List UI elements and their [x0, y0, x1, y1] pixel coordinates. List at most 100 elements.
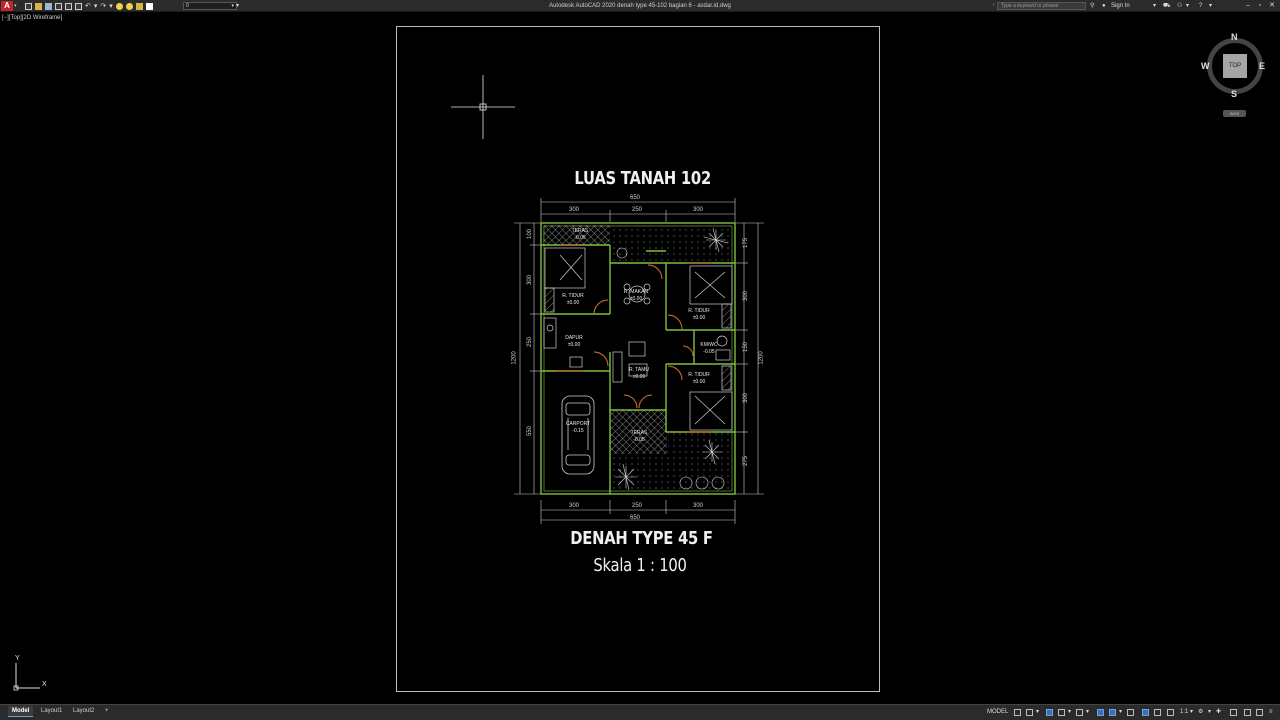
- room-level: -0.05: [633, 437, 645, 443]
- dimension-top-2: 250: [632, 207, 643, 213]
- help-icon[interactable]: ?: [1199, 0, 1202, 12]
- room-label-living: R. TAMU ±0.00: [624, 367, 654, 381]
- tab-layout1[interactable]: Layout1: [37, 706, 66, 717]
- object-snap-tracking-icon[interactable]: [1097, 709, 1104, 716]
- room-label-teras-front: TERAS -0.05: [566, 228, 594, 242]
- save-icon[interactable]: [45, 2, 52, 10]
- viewcube[interactable]: TOP N S E W: [1201, 32, 1269, 102]
- dimension-right-total: 1200: [758, 351, 765, 365]
- snap-icon[interactable]: [1026, 709, 1033, 716]
- layer-on-icon[interactable]: [115, 2, 123, 10]
- room-level: -0.05: [574, 235, 586, 241]
- object-snap-icon[interactable]: [1109, 709, 1116, 716]
- model-space-button[interactable]: MODEL: [987, 707, 1008, 718]
- clean-screen-icon[interactable]: [1256, 709, 1263, 716]
- annotation-visibility-icon[interactable]: [1142, 709, 1149, 716]
- app-menu-arrow-icon[interactable]: ▾: [14, 0, 17, 12]
- tab-layout2[interactable]: Layout2: [69, 706, 98, 717]
- isolate-objects-icon[interactable]: [1244, 709, 1251, 716]
- compass-east[interactable]: E: [1259, 61, 1265, 71]
- quick-access-toolbar: ↶ ▾ ↷ ▾: [25, 2, 153, 10]
- dimension-bottom-2: 250: [632, 503, 643, 509]
- room-level: ±0.00: [632, 374, 646, 380]
- dimension-right-2: 300: [743, 290, 750, 302]
- dimension-left-1: 100: [527, 228, 534, 240]
- plot-icon[interactable]: [75, 2, 82, 10]
- dimension-right-5: 275: [743, 455, 750, 467]
- polar-dropdown-icon[interactable]: ▾: [1068, 707, 1071, 718]
- a360-icon[interactable]: ⚇: [1177, 0, 1182, 12]
- compass-south[interactable]: S: [1231, 89, 1237, 99]
- add-layout-button[interactable]: +: [101, 706, 113, 717]
- polar-icon[interactable]: [1058, 709, 1065, 716]
- dimension-top-3: 300: [693, 207, 704, 213]
- new-file-icon[interactable]: [25, 2, 32, 10]
- redo-dropdown-icon[interactable]: ▾: [109, 3, 113, 10]
- workspace-dropdown-icon[interactable]: ▾: [1208, 707, 1211, 718]
- customization-icon[interactable]: ≡: [1269, 707, 1273, 718]
- title-bar: A ▾ ↶ ▾ ↷ ▾ 0 ▾ ▾ Autodesk AutoCAD 2020 …: [0, 0, 1280, 12]
- viewcube-top-face[interactable]: TOP: [1223, 54, 1247, 78]
- open-folder-icon[interactable]: [35, 2, 42, 10]
- share-dropdown-icon[interactable]: ▾: [1186, 0, 1189, 12]
- room-name: R. TIDUR: [688, 372, 710, 378]
- isodraft-dropdown-icon[interactable]: ▾: [1086, 707, 1089, 718]
- room-label-dining: R. MAKAN ±0.00: [620, 289, 652, 303]
- annotation-scale-dropdown-icon[interactable]: ▾: [1190, 707, 1193, 718]
- dimension-right-1: 175: [743, 237, 750, 249]
- dimension-right-4: 300: [743, 392, 750, 404]
- snap-dropdown-icon[interactable]: ▾: [1036, 707, 1039, 718]
- undo-dropdown-icon[interactable]: ▾: [94, 3, 98, 10]
- undo-icon[interactable]: ↶: [85, 3, 91, 10]
- annotation-scale-value[interactable]: 1:1: [1180, 707, 1188, 718]
- redo-icon[interactable]: ↷: [100, 3, 106, 10]
- auto-scale-icon[interactable]: [1154, 709, 1161, 716]
- annotation-scale-icon[interactable]: [1167, 709, 1174, 716]
- room-label-kitchen: DAPUR ±0.00: [559, 335, 589, 349]
- binoculars-icon[interactable]: ⚲: [1090, 0, 1094, 12]
- dimension-left-total: 1200: [511, 351, 518, 365]
- dimension-right-3: 150: [743, 341, 750, 353]
- compass-north[interactable]: N: [1231, 32, 1238, 42]
- room-name: DAPUR: [565, 335, 583, 341]
- chevron-down-icon: ▾: [231, 3, 234, 9]
- layer-dropdown[interactable]: 0 ▾: [183, 2, 237, 10]
- room-label-carport: CARPORT -0.15: [562, 421, 594, 435]
- app-menu-button[interactable]: A: [1, 1, 13, 11]
- units-icon[interactable]: [1230, 709, 1237, 716]
- sign-in-dropdown-icon[interactable]: ▾: [1153, 0, 1156, 12]
- layer-freeze-icon[interactable]: [125, 2, 133, 10]
- customize-qat-icon[interactable]: ▾: [236, 0, 239, 12]
- grid-icon[interactable]: [1014, 709, 1021, 716]
- maximize-button[interactable]: ▫: [1254, 0, 1266, 12]
- close-button[interactable]: ✕: [1266, 0, 1278, 12]
- room-name: R. MAKAN: [623, 289, 649, 295]
- object-snap-dropdown-icon[interactable]: ▾: [1119, 707, 1122, 718]
- status-bar: Model Layout1 Layout2 + MODEL ▾ ▾ ▾ ▾ 1:…: [0, 704, 1280, 720]
- land-area-title: LUAS TANAH 102: [574, 168, 711, 189]
- sign-in-link[interactable]: Sign In: [1111, 0, 1130, 12]
- layer-lock-icon[interactable]: [135, 2, 143, 10]
- dimension-left-2: 300: [527, 274, 534, 286]
- minimize-button[interactable]: –: [1242, 0, 1254, 12]
- annotation-monitor-icon[interactable]: ✚: [1216, 707, 1221, 718]
- user-icon[interactable]: ●: [1102, 0, 1106, 12]
- room-name: TERAS: [630, 430, 648, 436]
- lineweight-icon[interactable]: [1127, 709, 1134, 716]
- compass-west[interactable]: W: [1201, 61, 1210, 71]
- dimension-bottom-1: 300: [569, 503, 580, 509]
- web-mobile-icon[interactable]: [65, 2, 72, 10]
- tab-model[interactable]: Model: [8, 706, 34, 717]
- help-dropdown-icon[interactable]: ▾: [1209, 0, 1212, 12]
- app-logo-letter: A: [4, 1, 10, 10]
- cart-icon[interactable]: ⛟: [1163, 0, 1171, 12]
- save-as-icon[interactable]: [55, 2, 62, 10]
- wcs-menu-button[interactable]: WCS: [1223, 110, 1246, 117]
- room-label-bathroom: KM/WC -0.05: [695, 342, 723, 356]
- layer-color-icon[interactable]: [145, 2, 153, 10]
- isodraft-icon[interactable]: [1076, 709, 1083, 716]
- search-input[interactable]: Type a keyword or phrase: [993, 2, 1086, 10]
- workspace-gear-icon[interactable]: ⚙: [1198, 707, 1203, 718]
- ortho-icon[interactable]: [1046, 709, 1053, 716]
- viewport-controls[interactable]: [−][Top][2D Wireframe]: [2, 15, 62, 21]
